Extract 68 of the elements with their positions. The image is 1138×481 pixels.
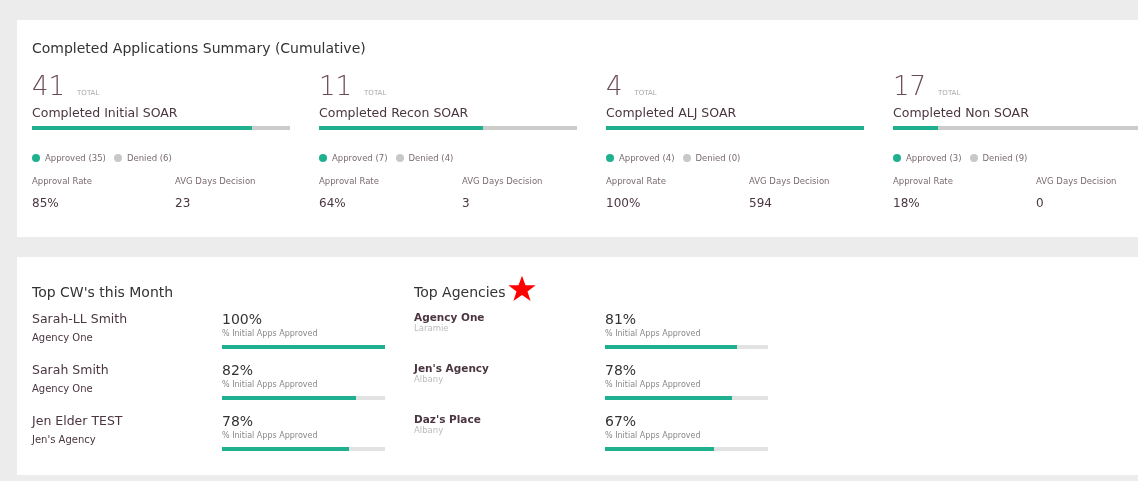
percent-caption: % Initial Apps Approved <box>222 380 318 389</box>
total-count: 41 <box>32 71 66 101</box>
section-title: Top Agencies <box>414 284 506 300</box>
metric-value: 85% <box>32 196 60 210</box>
stat-title: Completed Recon SOAR <box>319 105 469 120</box>
percent-value: 78% <box>605 362 637 378</box>
metric-label: AVG Days Decision <box>175 176 257 186</box>
legend-dot <box>113 154 122 162</box>
legend-label: Denied (4) <box>408 153 454 163</box>
agency-name: Jen's Agency <box>32 434 96 445</box>
worker-name: Sarah Smith <box>32 362 109 377</box>
city-name: Laramie <box>414 323 449 333</box>
legend-dot <box>969 154 978 162</box>
total-count: 4 <box>606 71 623 101</box>
card-title: Completed Applications Summary (Cumulative) <box>32 40 366 56</box>
legend-label: Approved (3) <box>906 153 962 163</box>
percent-caption: % Initial Apps Approved <box>605 329 701 338</box>
percent-value: 78% <box>222 413 254 429</box>
legend-label: Denied (0) <box>695 153 741 163</box>
metric-label: AVG Days Decision <box>1036 176 1118 186</box>
metric-label: Approval Rate <box>32 176 93 186</box>
stat-title: Completed Initial SOAR <box>32 105 178 120</box>
legend-dot <box>395 154 404 162</box>
metric-label: Approval Rate <box>893 176 954 186</box>
legend-dot <box>893 154 901 162</box>
legend-label: Approved (35) <box>45 153 106 163</box>
metric-value: 100% <box>606 196 642 210</box>
section-title: Top CW's this Month <box>32 284 174 300</box>
percent-value: 82% <box>222 362 254 378</box>
metric-label: AVG Days Decision <box>462 176 544 186</box>
metric-value: 18% <box>893 196 921 210</box>
stat-title: Completed ALJ SOAR <box>606 105 737 120</box>
legend-label: Denied (9) <box>982 153 1028 163</box>
total-count: 17 <box>893 71 927 101</box>
legend-label: Approved (4) <box>619 153 675 163</box>
legend-dot <box>682 154 691 162</box>
percent-value: 100% <box>222 311 263 327</box>
percent-value: 81% <box>605 311 637 327</box>
metric-value: 3 <box>462 196 471 210</box>
agency-name: Agency One <box>32 332 93 343</box>
percent-caption: % Initial Apps Approved <box>605 380 701 389</box>
worker-name: Jen Elder TEST <box>32 413 123 428</box>
metric-value: 594 <box>749 196 773 210</box>
legend-dot <box>319 154 327 162</box>
city-name: Albany <box>414 425 444 435</box>
metric-label: AVG Days Decision <box>749 176 831 186</box>
stat-title: Completed Non SOAR <box>893 105 1029 120</box>
total-count: 11 <box>319 71 353 101</box>
percent-caption: % Initial Apps Approved <box>222 329 318 338</box>
city-name: Albany <box>414 374 444 384</box>
metric-label: Approval Rate <box>606 176 667 186</box>
metric-value: 0 <box>1036 196 1045 210</box>
metric-value: 64% <box>319 196 347 210</box>
percent-caption: % Initial Apps Approved <box>605 431 701 440</box>
worker-name: Sarah-LL Smith <box>32 311 128 326</box>
star-icon <box>507 274 536 302</box>
agency-name: Agency One <box>414 311 485 323</box>
metric-value: 23 <box>175 196 192 210</box>
agency-name: Daz's Place <box>414 413 481 425</box>
agency-name: Jen's Agency <box>414 362 489 374</box>
legend-dot <box>606 154 614 162</box>
legend-label: Approved (7) <box>332 153 388 163</box>
metric-label: Approval Rate <box>319 176 380 186</box>
legend-dot <box>32 154 40 162</box>
percent-value: 67% <box>605 413 637 429</box>
legend-label: Denied (6) <box>126 153 172 163</box>
agency-name: Agency One <box>32 383 93 394</box>
percent-caption: % Initial Apps Approved <box>222 431 318 440</box>
